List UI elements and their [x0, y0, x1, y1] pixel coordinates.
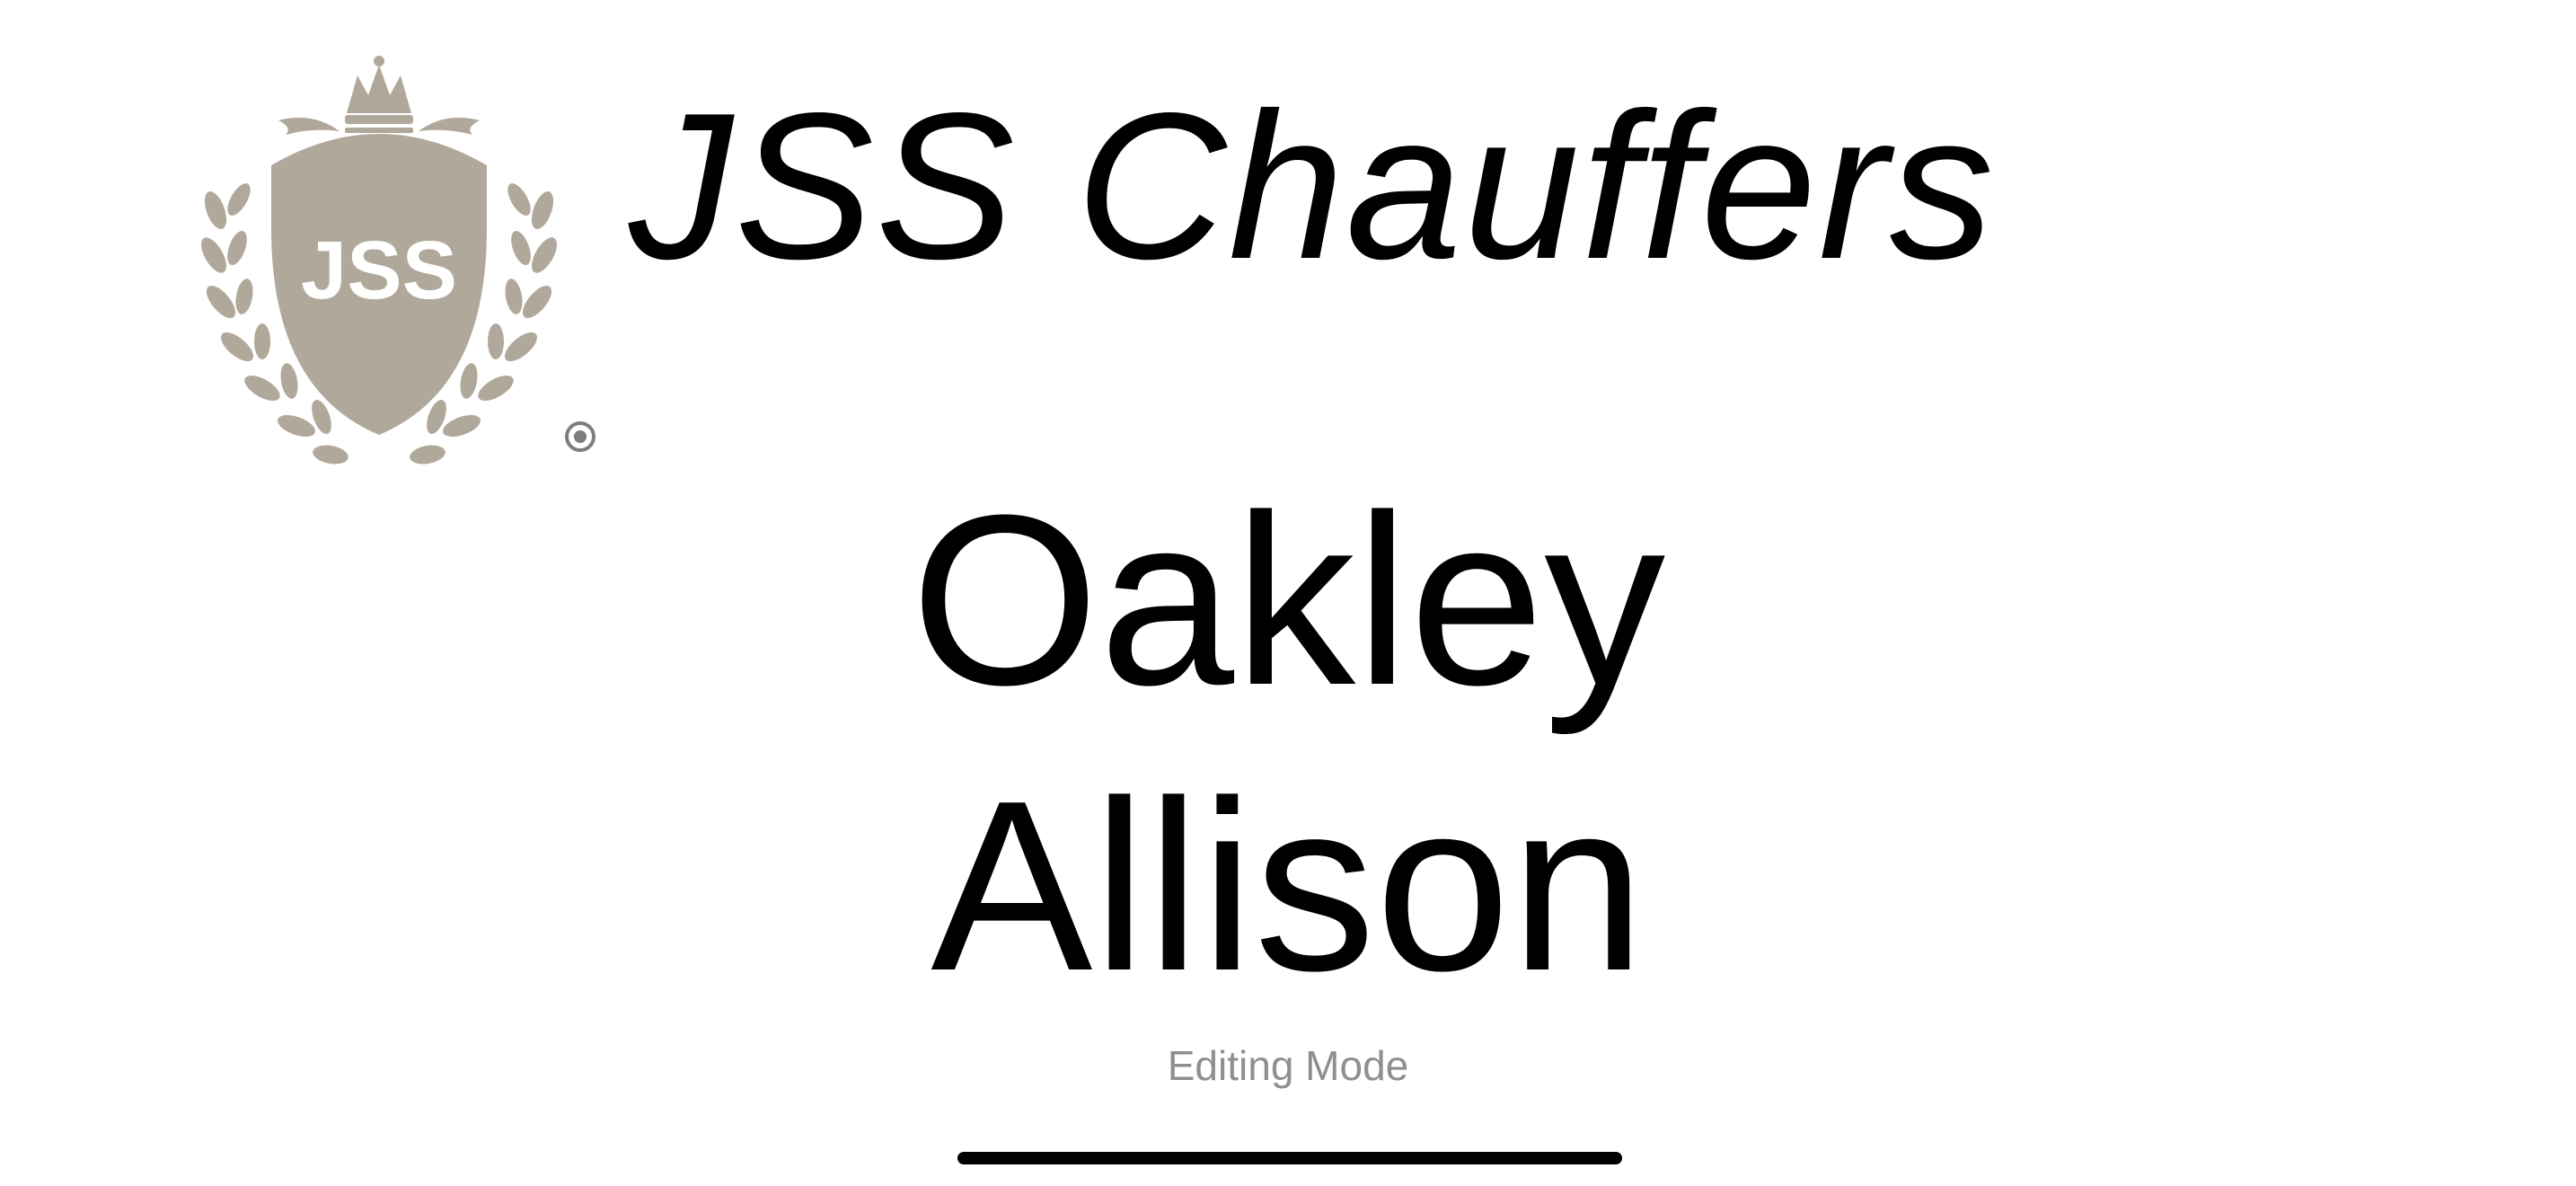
home-indicator[interactable] — [957, 1152, 1622, 1164]
registered-mark-icon — [565, 421, 595, 452]
logo-monogram: JSS — [301, 225, 457, 316]
jss-crest-logo: JSS — [196, 49, 620, 471]
brand-title: JSS Chauffers — [629, 70, 1996, 303]
editing-mode-label: Editing Mode — [1167, 1042, 1409, 1089]
passenger-last-name: Allison — [931, 751, 1645, 1022]
passenger-name-display[interactable]: Oakley Allison — [0, 458, 2576, 1030]
passenger-first-name: Oakley — [910, 465, 1666, 736]
